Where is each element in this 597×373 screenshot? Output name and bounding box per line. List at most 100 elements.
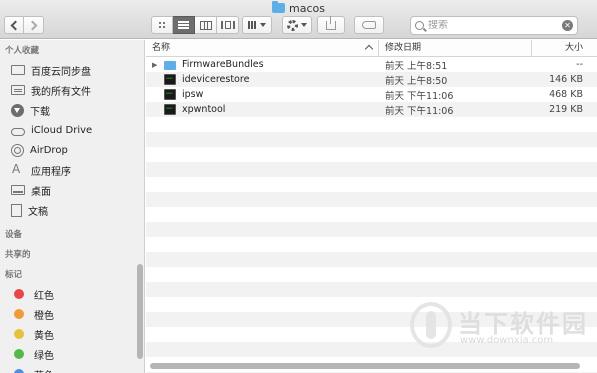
file-size: 468 KB — [549, 89, 583, 100]
sidebar: 个人收藏 百度云同步盘 我的所有文件 下载 iCloud Drive AirDr… — [0, 40, 145, 373]
tag-dot-red — [14, 289, 24, 299]
file-date: 前天 下午11:06 — [385, 90, 454, 102]
sidebar-item-label: 红色 — [34, 290, 54, 302]
column-size[interactable]: 大小 — [532, 40, 597, 57]
table-row[interactable]: idevicerestore 前天 上午8:50 146 KB — [146, 72, 597, 87]
file-date: 前天 上午8:51 — [385, 60, 448, 72]
all-files-icon — [11, 85, 25, 95]
sidebar-tag-red[interactable]: 红色 — [0, 284, 144, 304]
arrange-button[interactable] — [242, 16, 272, 34]
window-title: macos — [0, 1, 597, 15]
file-name: idevicerestore — [182, 74, 250, 85]
devices-header: 设备 — [5, 230, 23, 240]
applications-icon — [11, 162, 25, 176]
arrange-icon — [248, 21, 257, 29]
icon-view-button[interactable] — [151, 16, 173, 34]
empty-row — [146, 162, 597, 177]
empty-row — [146, 282, 597, 297]
table-row[interactable]: xpwntool 前天 下午11:06 219 KB — [146, 102, 597, 117]
column-name-label: 名称 — [152, 42, 171, 53]
desktop-icon — [11, 185, 25, 195]
search-icon — [415, 21, 424, 30]
sidebar-item-icloud[interactable]: iCloud Drive — [0, 120, 144, 140]
empty-row — [146, 237, 597, 252]
file-name: xpwntool — [182, 104, 226, 115]
documents-icon — [11, 203, 22, 217]
disclosure-triangle-icon[interactable]: ▶ — [152, 61, 164, 69]
gear-icon — [287, 19, 298, 31]
sidebar-item-airdrop[interactable]: AirDrop — [0, 140, 144, 160]
column-date[interactable]: 修改日期 — [379, 40, 532, 57]
column-size-label: 大小 — [564, 42, 583, 53]
sidebar-item-downloads[interactable]: 下载 — [0, 100, 144, 120]
clear-icon[interactable]: ✕ — [562, 20, 573, 31]
empty-row — [146, 177, 597, 192]
search-field[interactable]: ✕ — [410, 16, 578, 35]
sidebar-item-applications[interactable]: 应用程序 — [0, 160, 144, 180]
share-button[interactable] — [317, 15, 345, 34]
watermark-url: www.downxia.com — [460, 335, 554, 346]
sidebar-item-label: iCloud Drive — [31, 124, 93, 136]
empty-row — [146, 192, 597, 207]
sidebar-item-label: 我的所有文件 — [31, 86, 91, 98]
download-icon — [11, 103, 24, 117]
sort-ascending-icon — [364, 44, 374, 53]
file-name: FirmwareBundles — [182, 59, 264, 70]
sidebar-tag-green[interactable]: 绿色 — [0, 344, 144, 364]
sidebar-item-label: 文稿 — [28, 206, 48, 218]
tag-icon — [362, 21, 376, 29]
empty-row — [146, 252, 597, 267]
tag-button[interactable] — [354, 16, 384, 34]
empty-row — [146, 147, 597, 162]
sidebar-item-label: 下载 — [30, 106, 50, 118]
search-input[interactable] — [428, 20, 562, 31]
sidebar-tag-blue[interactable]: 蓝色 — [0, 364, 144, 373]
action-button[interactable] — [282, 16, 312, 34]
executable-icon — [164, 89, 176, 100]
window-title-text: macos — [289, 2, 325, 15]
tag-dot-orange — [14, 309, 24, 319]
column-view-button[interactable] — [195, 16, 217, 34]
sidebar-item-all-files[interactable]: 我的所有文件 — [0, 80, 144, 100]
tags-header: 标记 — [5, 270, 23, 280]
sidebar-tag-orange[interactable]: 橙色 — [0, 304, 144, 324]
horizontal-scrollbar[interactable] — [150, 363, 580, 369]
empty-row — [146, 132, 597, 147]
tag-dot-yellow — [14, 329, 24, 339]
file-size: 146 KB — [549, 74, 583, 85]
sidebar-item-label: AirDrop — [30, 144, 68, 156]
file-size: -- — [576, 59, 583, 70]
sidebar-item-documents[interactable]: 文稿 — [0, 200, 144, 220]
chevron-down-icon — [260, 23, 266, 27]
column-header: 名称 修改日期 大小 — [146, 40, 597, 57]
folder-icon — [11, 65, 25, 75]
watermark-logo-icon — [410, 302, 452, 348]
forward-button[interactable] — [24, 16, 44, 34]
empty-row — [146, 207, 597, 222]
back-button[interactable] — [4, 16, 24, 34]
list-view-button[interactable] — [173, 16, 195, 34]
empty-row — [146, 267, 597, 282]
grid-icon — [158, 21, 166, 29]
executable-icon — [164, 104, 176, 115]
sidebar-item-label: 橙色 — [34, 310, 54, 322]
airdrop-icon — [11, 143, 24, 157]
columns-icon — [199, 20, 212, 30]
watermark-text: 当下软件园 — [458, 310, 588, 338]
empty-row — [146, 222, 597, 237]
column-name[interactable]: 名称 — [146, 40, 379, 57]
file-size: 219 KB — [549, 104, 583, 115]
sidebar-item-desktop[interactable]: 桌面 — [0, 180, 144, 200]
sidebar-item-label: 百度云同步盘 — [31, 66, 91, 78]
sidebar-item-baidu[interactable]: 百度云同步盘 — [0, 60, 144, 80]
chevron-left-icon — [10, 20, 21, 30]
coverflow-view-button[interactable] — [217, 16, 239, 34]
table-row[interactable]: ipsw 前天 下午11:06 468 KB — [146, 87, 597, 102]
table-row[interactable]: ▶ FirmwareBundles 前天 上午8:51 -- — [146, 57, 597, 72]
sidebar-item-label: 绿色 — [34, 350, 54, 362]
executable-icon — [164, 74, 176, 85]
sidebar-item-label: 应用程序 — [31, 166, 71, 178]
sidebar-tag-yellow[interactable]: 黄色 — [0, 324, 144, 344]
sidebar-item-label: 黄色 — [34, 330, 54, 342]
sidebar-scrollbar[interactable] — [137, 264, 143, 359]
